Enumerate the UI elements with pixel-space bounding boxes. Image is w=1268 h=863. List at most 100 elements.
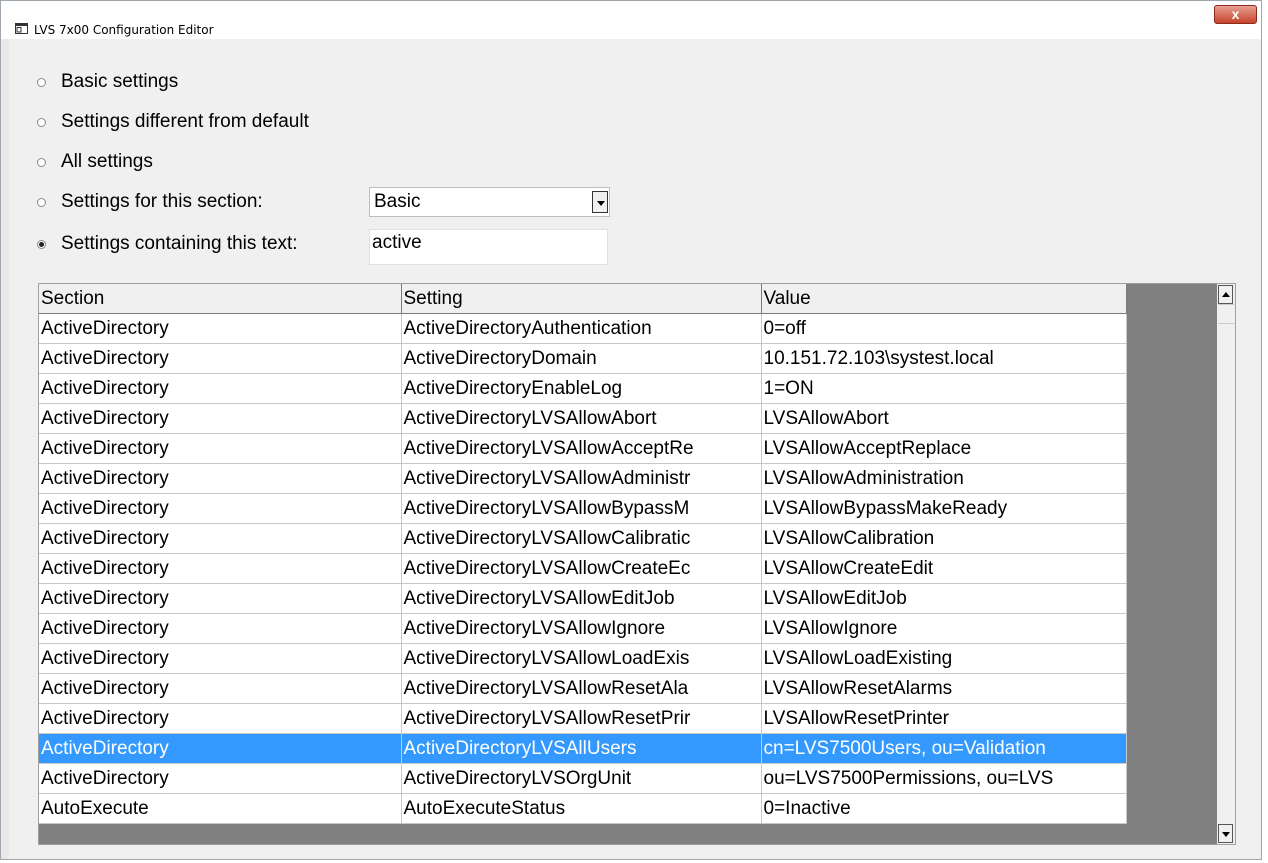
radio-section-settings[interactable]: Settings for this section: [37,188,263,216]
table-row[interactable]: ActiveDirectory ActiveDirectoryLVSOrgUnit… [39,763,1127,794]
cell-setting[interactable]: ActiveDirectoryLVSAllowCalibratic [401,523,762,554]
radio-different-indicator[interactable] [37,117,46,127]
cell-value[interactable]: LVSAllowAbort [761,403,1127,434]
cell-setting[interactable]: ActiveDirectoryLVSAllowResetAla [401,673,762,704]
cell-value[interactable]: LVSAllowLoadExisting [761,643,1127,674]
table-row[interactable]: ActiveDirectory ActiveDirectoryEnableLog 1… [39,373,1127,404]
radio-containing-settings[interactable]: Settings containing this text: [37,230,298,258]
cell-section[interactable]: ActiveDirectory [39,733,402,764]
vertical-scrollbar[interactable] [1217,284,1235,844]
cell-value[interactable]: 10.151.72.103\systest.local [761,343,1127,374]
table-row[interactable]: ActiveDirectory ActiveDirectoryLVSAllowBy… [39,493,1127,524]
cell-section[interactable]: ActiveDirectory [39,523,402,554]
cell-section[interactable]: AutoExecute [39,793,402,824]
cell-section[interactable]: ActiveDirectory [39,373,402,404]
table-row[interactable]: ActiveDirectory ActiveDirectoryLVSAllowIg… [39,613,1127,644]
table-row[interactable]: ActiveDirectory ActiveDirectoryAuthentica… [39,313,1127,344]
cell-setting[interactable]: ActiveDirectoryLVSAllowAbort [401,403,762,434]
cell-setting[interactable]: ActiveDirectoryLVSAllowIgnore [401,613,762,644]
column-header-setting[interactable]: Setting [401,284,762,314]
cell-section[interactable]: ActiveDirectory [39,343,402,374]
table-row[interactable]: AutoExecute AutoExecuteStatus 0=Inactive [39,793,1127,824]
cell-setting[interactable]: ActiveDirectoryLVSAllowEditJob [401,583,762,614]
cell-value[interactable]: LVSAllowEditJob [761,583,1127,614]
cell-setting[interactable]: ActiveDirectoryLVSAllowBypassM [401,493,762,524]
settings-grid[interactable]: Section Setting Value ActiveDirectory Act… [38,283,1236,845]
table-row[interactable]: ActiveDirectory ActiveDirectoryLVSAllowCa… [39,523,1127,554]
cell-setting[interactable]: ActiveDirectoryLVSOrgUnit [401,763,762,794]
radio-all-settings[interactable]: All settings [37,148,153,176]
cell-section[interactable]: ActiveDirectory [39,433,402,464]
table-row[interactable]: ActiveDirectory ActiveDirectoryLVSAllowAd… [39,463,1127,494]
app-icon [15,23,28,34]
radio-different-settings[interactable]: Settings different from default [37,108,309,136]
cell-value[interactable]: ou=LVS7500Permissions, ou=LVS [761,763,1127,794]
scroll-thumb[interactable] [1218,304,1234,324]
cell-value[interactable]: LVSAllowAdministration [761,463,1127,494]
editor-panel: Basic settings Settings different from d… [10,40,1260,858]
table-row[interactable]: ActiveDirectory ActiveDirectoryLVSAllowLo… [39,643,1127,674]
cell-section[interactable]: ActiveDirectory [39,583,402,614]
cell-value[interactable]: LVSAllowResetAlarms [761,673,1127,704]
radio-basic-settings[interactable]: Basic settings [37,68,178,96]
radio-basic-label: Basic settings [61,71,179,92]
cell-section[interactable]: ActiveDirectory [39,613,402,644]
cell-setting[interactable]: ActiveDirectoryLVSAllowLoadExis [401,643,762,674]
table-row[interactable]: ActiveDirectory ActiveDirectoryDomain 10.1… [39,343,1127,374]
radio-different-label: Settings different from default [61,111,309,132]
radio-basic-indicator[interactable] [37,77,46,87]
search-text-input[interactable]: active [369,229,608,265]
window-frame [1,39,9,859]
table-row[interactable]: ActiveDirectory ActiveDirectoryLVSAllUser… [39,733,1127,764]
cell-value[interactable]: 0=off [761,313,1127,344]
cell-value[interactable]: LVSAllowCreateEdit [761,553,1127,584]
radio-all-indicator[interactable] [37,157,46,167]
cell-section[interactable]: ActiveDirectory [39,763,402,794]
cell-setting[interactable]: AutoExecuteStatus [401,793,762,824]
cell-setting[interactable]: ActiveDirectoryDomain [401,343,762,374]
radio-section-indicator[interactable] [37,197,46,207]
cell-value[interactable]: LVSAllowBypassMakeReady [761,493,1127,524]
cell-setting[interactable]: ActiveDirectoryEnableLog [401,373,762,404]
table-row[interactable]: ActiveDirectory ActiveDirectoryLVSAllowAb… [39,403,1127,434]
scroll-down-icon[interactable] [1218,824,1233,843]
cell-value[interactable]: LVSAllowIgnore [761,613,1127,644]
cell-section[interactable]: ActiveDirectory [39,403,402,434]
column-header-value[interactable]: Value [761,284,1127,314]
table-row[interactable]: ActiveDirectory ActiveDirectoryLVSAllowEd… [39,583,1127,614]
cell-setting[interactable]: ActiveDirectoryLVSAllowAdministr [401,463,762,494]
cell-value[interactable]: LVSAllowCalibration [761,523,1127,554]
table-row[interactable]: ActiveDirectory ActiveDirectoryLVSAllowRe… [39,703,1127,734]
cell-value[interactable]: cn=LVS7500Users, ou=Validation [761,733,1127,764]
cell-setting[interactable]: ActiveDirectoryLVSAllUsers [401,733,762,764]
column-header-section[interactable]: Section [39,284,402,314]
table-row[interactable]: ActiveDirectory ActiveDirectoryLVSAllowCr… [39,553,1127,584]
cell-setting[interactable]: ActiveDirectoryLVSAllowCreateEc [401,553,762,584]
table-row[interactable]: ActiveDirectory ActiveDirectoryLVSAllowRe… [39,673,1127,704]
section-select-value: Basic [374,191,421,212]
close-icon: x [1231,6,1240,22]
cell-section[interactable]: ActiveDirectory [39,553,402,584]
cell-section[interactable]: ActiveDirectory [39,313,402,344]
cell-setting[interactable]: ActiveDirectoryAuthentication [401,313,762,344]
cell-setting[interactable]: ActiveDirectoryLVSAllowResetPrir [401,703,762,734]
cell-section[interactable]: ActiveDirectory [39,463,402,494]
cell-section[interactable]: ActiveDirectory [39,493,402,524]
cell-value[interactable]: 0=Inactive [761,793,1127,824]
radio-containing-indicator[interactable] [37,239,46,249]
table-row[interactable]: ActiveDirectory ActiveDirectoryLVSAllowAc… [39,433,1127,464]
section-select[interactable]: Basic [369,187,610,217]
cell-setting[interactable]: ActiveDirectoryLVSAllowAcceptRe [401,433,762,464]
cell-section[interactable]: ActiveDirectory [39,703,402,734]
close-button[interactable]: x [1214,5,1257,24]
chevron-down-icon[interactable] [592,191,608,213]
radio-section-label: Settings for this section: [61,191,263,212]
cell-value[interactable]: LVSAllowAcceptReplace [761,433,1127,464]
radio-containing-label: Settings containing this text: [61,233,298,254]
cell-section[interactable]: ActiveDirectory [39,673,402,704]
cell-section[interactable]: ActiveDirectory [39,643,402,674]
cell-value[interactable]: LVSAllowResetPrinter [761,703,1127,734]
title-bar[interactable]: LVS 7x00 Configuration Editor x [1,1,1261,39]
scroll-up-icon[interactable] [1218,285,1233,304]
cell-value[interactable]: 1=ON [761,373,1127,404]
